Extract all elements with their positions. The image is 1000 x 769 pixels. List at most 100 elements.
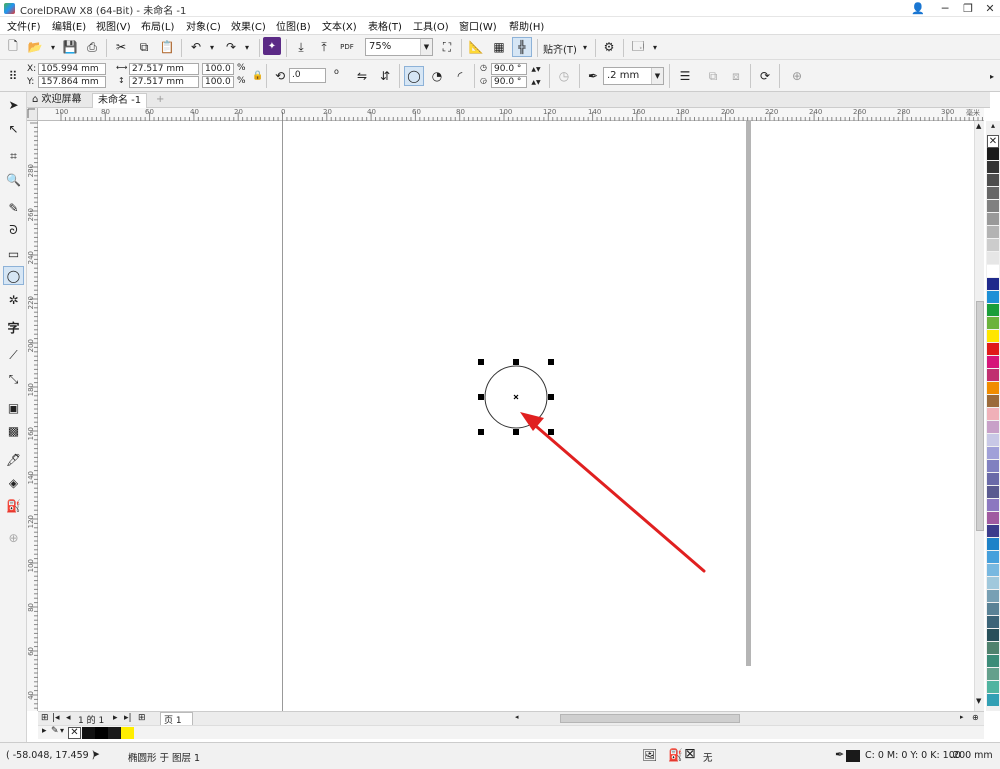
break-apart-icon[interactable]: ⧈ (726, 66, 746, 86)
menu-object[interactable]: 对象(C) (186, 18, 221, 33)
color-swatch[interactable] (987, 616, 999, 629)
selection-handle-ne[interactable] (548, 359, 554, 365)
scale-y-field[interactable]: 100.0 (202, 76, 234, 88)
show-grid-icon[interactable]: ▦ (489, 37, 509, 57)
color-swatch[interactable] (987, 473, 999, 486)
menu-layout[interactable]: 布局(L) (141, 18, 174, 33)
options-gear-icon[interactable]: ⚙ (599, 37, 619, 57)
selection-handle-sw[interactable] (478, 429, 484, 435)
vertical-ruler[interactable]: 280 260 240 220 200 180 160 140 120 100 … (27, 121, 38, 711)
rotate-icon[interactable]: ⟲ (270, 66, 290, 86)
arc-shape-icon[interactable]: ◜ (450, 66, 470, 86)
full-screen-icon[interactable]: ⛶ (437, 37, 457, 57)
connector-tool-icon[interactable]: ⤡ (3, 370, 24, 389)
color-swatch[interactable] (987, 655, 999, 668)
drawing-canvas[interactable] (38, 121, 974, 711)
x-position-field[interactable]: 105.994 mm (38, 63, 106, 75)
color-swatch[interactable] (987, 681, 999, 694)
wrap-text-icon[interactable]: ☰ (675, 66, 695, 86)
color-swatch[interactable] (987, 499, 999, 512)
color-swatch[interactable] (987, 538, 999, 551)
color-swatch[interactable] (987, 291, 999, 304)
no-color-swatch[interactable]: ✕ (987, 135, 999, 148)
previous-page-icon[interactable]: ◂ (66, 713, 71, 723)
convert-to-curves-icon[interactable]: ⟳ (755, 66, 775, 86)
height-field[interactable]: 27.517 mm (129, 76, 199, 88)
menu-window[interactable]: 窗口(W) (459, 18, 497, 33)
color-swatch[interactable] (987, 226, 999, 239)
rectangle-tool-icon[interactable]: ▭ (3, 244, 24, 263)
document-color-swatch[interactable] (82, 727, 95, 739)
polygon-tool-icon[interactable]: ✲ (3, 290, 24, 309)
color-eyedropper-icon[interactable]: 🖋 (3, 450, 24, 469)
color-swatch[interactable] (987, 629, 999, 642)
color-swatch[interactable] (987, 304, 999, 317)
snap-dropdown-icon[interactable]: ▾ (575, 37, 595, 57)
palette-menu-icon[interactable]: ▸ (42, 726, 47, 736)
publish-pdf-icon[interactable]: PDF (337, 37, 357, 57)
menu-view[interactable]: 视图(V) (96, 18, 131, 33)
drop-shadow-icon[interactable]: ▣ (3, 398, 24, 417)
color-swatch[interactable] (987, 408, 999, 421)
color-swatch[interactable] (987, 356, 999, 369)
interactive-fill-icon[interactable]: ◈ (3, 473, 24, 492)
color-swatch[interactable] (987, 343, 999, 356)
color-swatch[interactable] (987, 252, 999, 265)
end-angle-field[interactable]: 90.0 ° (491, 76, 527, 88)
palette-up-icon[interactable]: ▴ (986, 121, 1000, 130)
ellipse-tool-icon[interactable]: ◯ (3, 266, 24, 285)
scale-x-field[interactable]: 100.0 (202, 63, 234, 75)
rotation-angle-field[interactable]: .0 (289, 68, 326, 83)
vertical-scrollbar[interactable]: ▲ ▼ (974, 121, 984, 711)
color-swatch[interactable] (987, 460, 999, 473)
start-angle-field[interactable]: 90.0 ° (491, 63, 527, 75)
y-position-field[interactable]: 157.864 mm (38, 76, 106, 88)
color-swatch[interactable] (987, 551, 999, 564)
eyedropper-icon[interactable]: ✎ (51, 726, 59, 736)
save-icon[interactable]: 💾 (60, 37, 80, 57)
vertical-scroll-thumb[interactable] (976, 301, 984, 531)
end-angle-spinner-icon[interactable]: ▲▼ (528, 76, 544, 88)
selection-handle-nw[interactable] (478, 359, 484, 365)
add-icon[interactable]: ⊕ (787, 66, 807, 86)
tab-welcome-screen[interactable]: ⌂ 欢迎屏幕 (27, 93, 87, 108)
selection-handle-e[interactable] (548, 394, 554, 400)
document-color-swatch[interactable] (121, 727, 134, 739)
menu-table[interactable]: 表格(T) (368, 18, 402, 33)
add-tool-icon[interactable]: ⊕ (3, 528, 24, 547)
color-swatch[interactable] (987, 382, 999, 395)
color-proof-icon[interactable]: 🖼 (642, 748, 657, 762)
fill-bucket-icon[interactable]: ⛽ (668, 748, 683, 762)
menu-effects[interactable]: 效果(C) (231, 18, 266, 33)
menu-file[interactable]: 文件(F) (7, 18, 41, 33)
horizontal-scroll-thumb[interactable] (560, 714, 740, 723)
change-direction-icon[interactable]: ◷ (554, 66, 574, 86)
color-swatch[interactable] (987, 200, 999, 213)
copy-icon[interactable]: ⧉ (134, 37, 154, 57)
new-tab-plus-icon[interactable]: + (151, 93, 169, 108)
color-swatch[interactable] (987, 161, 999, 174)
scroll-up-icon[interactable]: ▲ (976, 122, 981, 130)
tab-untitled-1[interactable]: 未命名 -1 (92, 93, 148, 108)
print-icon[interactable]: ⎙ (82, 37, 102, 57)
start-angle-spinner-icon[interactable]: ▲▼ (528, 63, 544, 75)
color-swatch[interactable] (987, 525, 999, 538)
first-page-icon[interactable]: |◂ (52, 713, 60, 723)
close-button[interactable]: ✕ (977, 0, 1000, 17)
color-swatch[interactable] (987, 642, 999, 655)
ellipse-shape-icon[interactable]: ◯ (404, 66, 424, 86)
color-swatch[interactable] (987, 148, 999, 161)
menu-edit[interactable]: 编辑(E) (52, 18, 86, 33)
next-page-icon[interactable]: ▸ (113, 713, 118, 723)
import-icon[interactable]: ⤓ (291, 37, 311, 57)
mirror-vertical-icon[interactable]: ⇵ (375, 66, 395, 86)
color-swatch[interactable] (987, 369, 999, 382)
color-swatch[interactable] (987, 213, 999, 226)
paste-icon[interactable]: 📋 (157, 37, 177, 57)
color-swatch[interactable] (987, 278, 999, 291)
document-color-swatch[interactable] (108, 727, 121, 739)
parallel-dimension-icon[interactable]: ⟋ (3, 346, 24, 365)
menu-help[interactable]: 帮助(H) (509, 18, 544, 33)
outline-pen-icon[interactable]: ✒ (583, 66, 603, 86)
mirror-horizontal-icon[interactable]: ⇋ (352, 66, 372, 86)
